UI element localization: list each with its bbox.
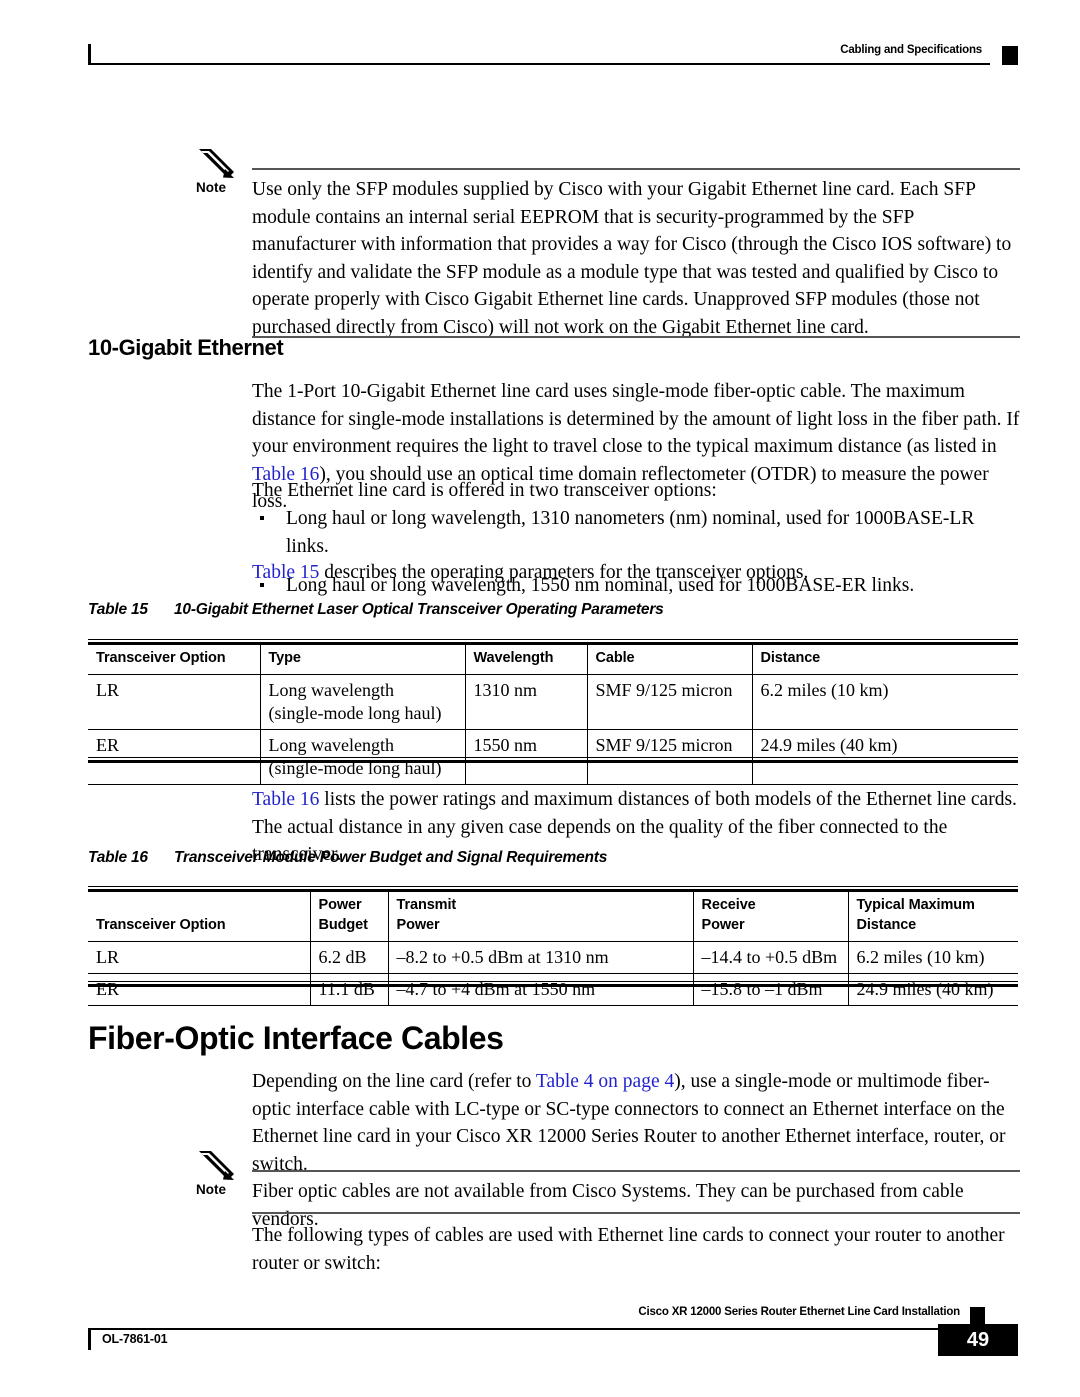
cell-transmit-power: –4.7 to +4 dBm at 1550 nm bbox=[387, 973, 693, 1006]
note-top-rule bbox=[252, 168, 1020, 170]
cell-distance: 6.2 miles (10 km) bbox=[751, 674, 1018, 730]
col-header-distance: Distance bbox=[751, 644, 1018, 675]
footer-square-marker bbox=[970, 1307, 985, 1324]
cell-wavelength: 1310 nm bbox=[464, 674, 587, 730]
table16-bottom-rule bbox=[88, 981, 1018, 987]
bullet-dot-icon bbox=[260, 516, 264, 520]
cell-receive-power: –15.8 to –1 dBm bbox=[692, 973, 848, 1006]
table-row: LR 6.2 dB –8.2 to +0.5 dBm at 1310 nm –1… bbox=[88, 941, 1018, 974]
table-caption-number: Table 15 bbox=[88, 601, 148, 618]
col-header-type: Type bbox=[259, 644, 465, 675]
note-bottom-rule bbox=[252, 336, 1020, 338]
table-caption-15: Table 15 10-Gigabit Ethernet Laser Optica… bbox=[88, 601, 664, 619]
header-rule bbox=[88, 63, 990, 65]
paragraph-transceiver-options: The Ethernet line card is offered in two… bbox=[252, 480, 717, 501]
note-bottom-rule bbox=[252, 1212, 1020, 1214]
pencil-icon bbox=[199, 149, 234, 178]
col-header-transmit-power: Transmit Power bbox=[387, 891, 693, 942]
link-table-4-page-4[interactable]: Table 4 on page 4 bbox=[536, 1071, 674, 1092]
table-caption-16: Table 16 Transceiver Module Power Budget … bbox=[88, 849, 607, 867]
pencil-icon bbox=[199, 1151, 234, 1180]
running-header: Cabling and Specifications bbox=[88, 44, 1018, 80]
col-header-receive-power: Receive Power bbox=[692, 891, 848, 942]
table-caption-title: 10-Gigabit Ethernet Laser Optical Transc… bbox=[174, 601, 664, 618]
note-text: Use only the SFP modules supplied by Cis… bbox=[252, 179, 1012, 338]
note-label: Note bbox=[196, 1182, 226, 1197]
cell-power-budget: 11.1 dB bbox=[309, 973, 388, 1006]
table-caption-number: Table 16 bbox=[88, 849, 148, 866]
paragraph-cable-types: The following types of cables are used w… bbox=[252, 1225, 1005, 1274]
footer-left-tick bbox=[88, 1330, 91, 1350]
table-caption-title: Transceiver Module Power Budget and Sign… bbox=[174, 849, 608, 866]
col-header-transceiver-option: Transceiver Option bbox=[96, 917, 226, 933]
table-row: ER 11.1 dB –4.7 to +4 dBm at 1550 nm –15… bbox=[88, 973, 1018, 1006]
col-header-wavelength: Wavelength bbox=[464, 644, 587, 675]
cell-typical-max-distance: 6.2 miles (10 km) bbox=[847, 941, 1018, 974]
para-text-a: The 1-Port 10-Gigabit Ethernet line card… bbox=[252, 381, 1020, 457]
page-number-box: 49 bbox=[938, 1324, 1018, 1356]
header-title: Cabling and Specifications bbox=[840, 44, 982, 56]
note-label: Note bbox=[196, 180, 226, 195]
page-heading-10gig: 10-Gigabit Ethernet bbox=[88, 335, 284, 360]
link-table-15[interactable]: Table 15 bbox=[252, 562, 319, 583]
cell-cable: SMF 9/125 micron bbox=[586, 674, 752, 730]
para-text-a: Depending on the line card (refer to bbox=[252, 1071, 536, 1092]
table15-bottom-rule bbox=[88, 757, 1018, 763]
col-header-typical-maximum-distance: Typical Maximum Distance bbox=[847, 891, 1018, 942]
cell-power-budget: 6.2 dB bbox=[309, 941, 388, 974]
cell-type: Long wavelength (single-mode long haul) bbox=[259, 674, 465, 730]
paragraph-table15-intro: Table 15 describes the operating paramet… bbox=[252, 559, 1020, 587]
table-row: LR Long wavelength (single-mode long hau… bbox=[88, 674, 1018, 730]
list-item: Long haul or long wavelength, 1310 nanom… bbox=[252, 505, 1020, 560]
page-heading-fiber-optic: Fiber-Optic Interface Cables bbox=[88, 1020, 504, 1056]
document-page: Cabling and Specifications Note Use only… bbox=[0, 0, 1080, 1397]
header-left-tick bbox=[88, 44, 91, 64]
cell-option: LR bbox=[96, 947, 120, 967]
cell-option: ER bbox=[96, 979, 120, 999]
col-header-cable: Cable bbox=[586, 644, 752, 675]
footer-document-id: OL-7861-01 bbox=[102, 1332, 168, 1346]
col-header-transceiver-option: Transceiver Option bbox=[96, 650, 226, 666]
table-16: Transceiver Option Power Budget Transmit… bbox=[88, 891, 1018, 1006]
paragraph-fiber-intro: Depending on the line card (refer to Tab… bbox=[252, 1068, 1020, 1178]
table15-header-row: Transceiver Option Type Wavelength Cable… bbox=[88, 644, 1018, 675]
col-header-power-budget: Power Budget bbox=[309, 891, 388, 942]
cell-transmit-power: –8.2 to +0.5 dBm at 1310 nm bbox=[387, 941, 693, 974]
table-15: Transceiver Option Type Wavelength Cable… bbox=[88, 644, 1018, 785]
footer-rule bbox=[88, 1328, 985, 1330]
header-square-marker bbox=[1002, 46, 1018, 65]
cell-typical-max-distance: 24.9 miles (40 km) bbox=[847, 973, 1018, 1006]
cell-option: LR bbox=[96, 680, 120, 700]
note-top-rule bbox=[252, 1170, 1020, 1172]
table16-header-row: Transceiver Option Power Budget Transmit… bbox=[88, 891, 1018, 942]
cell-receive-power: –14.4 to +0.5 dBm bbox=[692, 941, 848, 974]
running-footer: Cisco XR 12000 Series Router Ethernet Li… bbox=[88, 1306, 1018, 1370]
para-text-b: describes the operating parameters for t… bbox=[319, 562, 809, 583]
footer-title: Cisco XR 12000 Series Router Ethernet Li… bbox=[638, 1306, 960, 1318]
list-item-label: Long haul or long wavelength, 1310 nanom… bbox=[286, 508, 975, 557]
link-table-16[interactable]: Table 16 bbox=[252, 789, 319, 810]
